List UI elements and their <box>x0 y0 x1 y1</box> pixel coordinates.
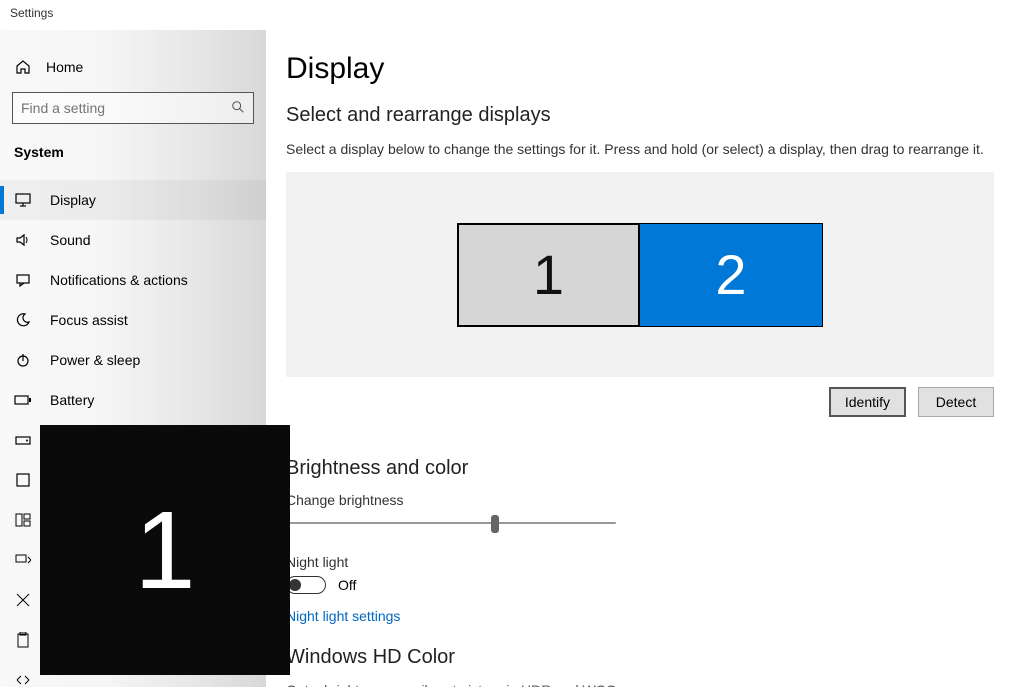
clipboard-icon <box>14 631 32 649</box>
monitor-group: 1 2 <box>457 223 823 327</box>
search-icon <box>231 100 245 117</box>
storage-icon <box>14 431 32 449</box>
brightness-heading: Brightness and color <box>286 457 994 480</box>
night-light-toggle[interactable] <box>286 576 326 594</box>
identify-button[interactable]: Identify <box>829 387 906 417</box>
remote-icon <box>14 671 32 689</box>
power-icon <box>14 351 32 369</box>
monitor-1[interactable]: 1 <box>457 223 640 327</box>
rearrange-description: Select a display below to change the set… <box>286 139 994 160</box>
window-title: Settings <box>0 0 1024 30</box>
sidebar-item-label: Display <box>50 192 96 208</box>
detect-button[interactable]: Detect <box>918 387 994 417</box>
brightness-slider-label: Change brightness <box>286 492 994 508</box>
sidebar-item-label: Power & sleep <box>50 352 140 368</box>
brightness-slider-thumb[interactable] <box>491 515 499 533</box>
sidebar-item-label: Sound <box>50 232 90 248</box>
sidebar-category-label: System <box>0 136 266 170</box>
toggle-knob <box>289 579 301 591</box>
sidebar-home-label: Home <box>46 59 83 75</box>
main-content: Display Select and rearrange displays Se… <box>266 30 1024 687</box>
sidebar-item-notifications[interactable]: Notifications & actions <box>0 260 266 300</box>
display-icon <box>14 191 32 209</box>
sidebar-item-battery[interactable]: Battery <box>0 380 266 420</box>
sidebar-item-label: Battery <box>50 392 94 408</box>
shared-icon <box>14 591 32 609</box>
search-container <box>12 92 254 124</box>
rearrange-heading: Select and rearrange displays <box>286 104 994 127</box>
sidebar-home[interactable]: Home <box>0 50 266 90</box>
search-input[interactable] <box>21 100 231 116</box>
detect-button-row: Identify Detect <box>286 387 994 417</box>
multitasking-icon <box>14 511 32 529</box>
night-light-label: Night light <box>286 554 994 570</box>
hd-color-description: Get a brighter, more vibrant picture in … <box>286 681 656 687</box>
projecting-icon <box>14 551 32 569</box>
hd-color-heading: Windows HD Color <box>286 646 994 669</box>
sidebar-item-display[interactable]: Display <box>0 180 266 220</box>
sidebar-item-label: Notifications & actions <box>50 272 188 288</box>
sidebar-item-power-sleep[interactable]: Power & sleep <box>0 340 266 380</box>
tablet-icon <box>14 471 32 489</box>
focus-assist-icon <box>14 311 32 329</box>
monitor-2[interactable]: 2 <box>640 223 823 327</box>
display-arrangement-area[interactable]: 1 2 <box>286 172 994 377</box>
sidebar-item-focus-assist[interactable]: Focus assist <box>0 300 266 340</box>
night-light-settings-link[interactable]: Night light settings <box>286 608 400 624</box>
page-title: Display <box>286 52 994 86</box>
battery-icon <box>14 391 32 409</box>
brightness-slider[interactable] <box>286 514 616 532</box>
home-icon <box>14 58 32 76</box>
notifications-icon <box>14 271 32 289</box>
sidebar-item-label: Focus assist <box>50 312 128 328</box>
search-box[interactable] <box>12 92 254 124</box>
sound-icon <box>14 231 32 249</box>
night-light-state: Off <box>338 577 356 593</box>
sidebar-item-sound[interactable]: Sound <box>0 220 266 260</box>
identify-overlay: 1 <box>40 425 290 675</box>
